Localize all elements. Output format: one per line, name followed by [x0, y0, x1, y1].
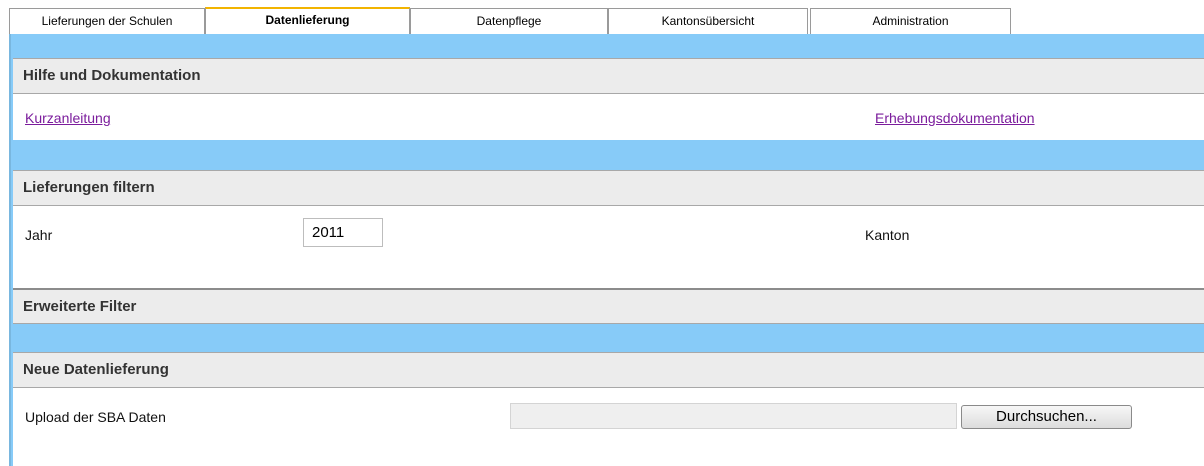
new-delivery-title: Neue Datenlieferung	[13, 352, 1204, 388]
tab-datenlieferung[interactable]: Datenlieferung	[205, 7, 410, 34]
tab-bar: Lieferungen der Schulen Datenlieferung D…	[0, 0, 1204, 34]
new-delivery-body: Upload der SBA Daten Durchsuchen...	[13, 388, 1204, 466]
survey-docs-link[interactable]: Erhebungsdokumentation	[875, 110, 1035, 126]
short-guide-link[interactable]: Kurzanleitung	[25, 110, 111, 126]
filter-panel-title: Lieferungen filtern	[13, 170, 1204, 206]
tab-administration[interactable]: Administration	[810, 8, 1011, 34]
year-label: Jahr	[25, 227, 53, 243]
tab-datenpflege[interactable]: Datenpflege	[410, 8, 608, 34]
help-panel-title: Hilfe und Dokumentation	[13, 58, 1204, 94]
help-panel-body: Kurzanleitung Erhebungsdokumentation	[13, 94, 1204, 140]
file-path-field[interactable]	[510, 403, 957, 429]
upload-label: Upload der SBA Daten	[25, 409, 166, 425]
extended-filter-header[interactable]: Erweiterte Filter	[13, 288, 1204, 324]
filter-panel-body: Jahr Kanton	[13, 206, 1204, 288]
canton-label: Kanton	[865, 227, 910, 243]
year-input[interactable]	[303, 218, 383, 247]
tab-lieferungen-der-schulen[interactable]: Lieferungen der Schulen	[9, 8, 205, 34]
tab-kantonsuebersicht[interactable]: Kantonsübersicht	[608, 8, 808, 34]
browse-button[interactable]: Durchsuchen...	[961, 405, 1132, 429]
main-content: Hilfe und Dokumentation Kurzanleitung Er…	[9, 34, 1204, 466]
